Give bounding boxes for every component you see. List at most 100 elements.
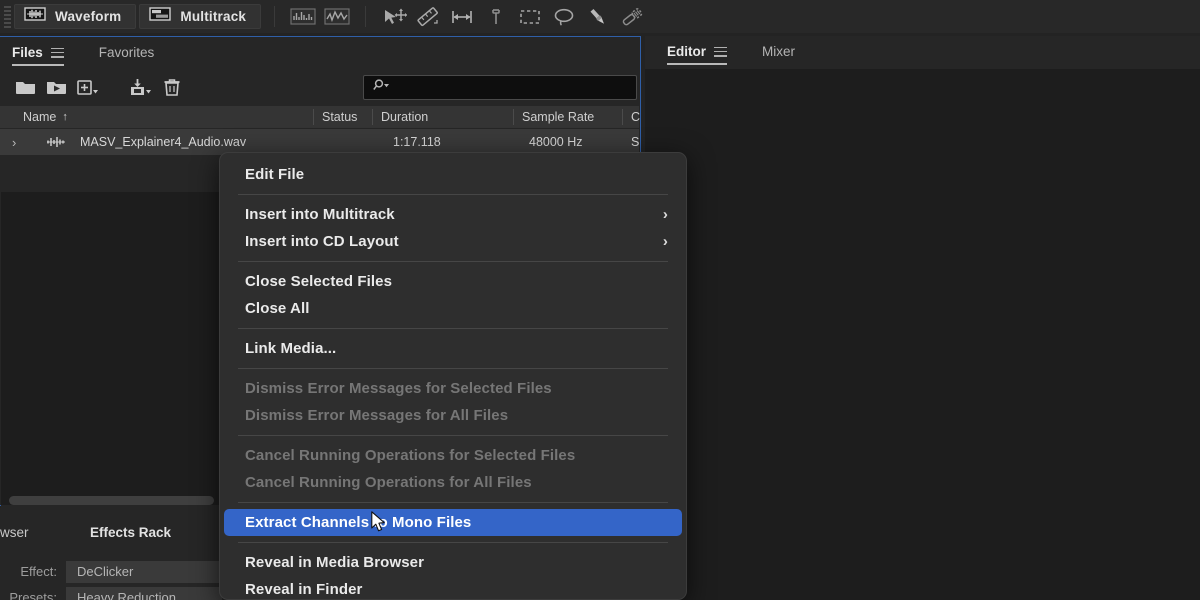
new-file-icon[interactable] xyxy=(72,74,103,102)
multitrack-mode-label: Multitrack xyxy=(180,9,246,24)
menu-item-reveal-in-finder[interactable]: Reveal in Finder xyxy=(224,576,682,600)
close-file-icon[interactable] xyxy=(156,74,187,102)
spectral-frequency-display-icon[interactable] xyxy=(288,4,318,30)
menu-item-dismiss-error-messages-all: Dismiss Error Messages for All Files xyxy=(224,402,682,429)
multitrack-mode-button[interactable]: Multitrack xyxy=(139,4,261,29)
toolbar-divider-1 xyxy=(274,6,275,27)
menu-item-close-all[interactable]: Close All xyxy=(224,295,682,322)
audio-waveform-icon xyxy=(46,136,70,148)
menu-separator xyxy=(238,542,668,543)
menu-separator xyxy=(238,261,668,262)
submenu-chevron-right-icon: › xyxy=(663,234,668,249)
toolbar-display-buttons xyxy=(288,4,352,30)
row-disclosure-icon[interactable]: › xyxy=(12,135,16,150)
menu-item-label: Dismiss Error Messages for Selected File… xyxy=(245,380,552,397)
slip-tool-icon[interactable] xyxy=(413,4,443,30)
menu-item-label: Cancel Running Operations for Selected F… xyxy=(245,447,575,464)
menu-item-link-media[interactable]: Link Media... xyxy=(224,335,682,362)
tab-mixer[interactable]: Mixer xyxy=(762,36,808,67)
effect-label: Effect: xyxy=(0,564,66,579)
menu-item-label: Link Media... xyxy=(245,340,336,357)
column-header-name-label: Name xyxy=(23,110,56,124)
editor-canvas[interactable] xyxy=(645,69,1200,600)
menu-item-label: Edit File xyxy=(245,166,304,183)
mouse-pointer xyxy=(371,511,387,534)
submenu-chevron-right-icon: › xyxy=(663,207,668,222)
menu-item-label: Reveal in Finder xyxy=(245,581,362,598)
menu-item-cancel-running-operations-all: Cancel Running Operations for All Files xyxy=(224,469,682,496)
tab-favorites[interactable]: Favorites xyxy=(99,37,168,68)
files-panel-tabs: Files Favorites xyxy=(0,37,640,68)
lasso-selection-tool-icon[interactable] xyxy=(549,4,579,30)
menu-item-extract-channels-to-mono-files[interactable]: Extract Channels to Mono Files xyxy=(224,509,682,536)
menu-separator xyxy=(238,502,668,503)
presets-label: Presets: xyxy=(0,590,66,600)
tab-mixer-label: Mixer xyxy=(762,44,795,59)
files-list-header: Name ↑ Status Duration Sample Rate C xyxy=(0,106,639,128)
column-header-channels[interactable]: C xyxy=(622,106,640,128)
audition-window: Waveform Multitrack xyxy=(0,0,1200,600)
menu-item-label: Reveal in Media Browser xyxy=(245,554,424,571)
waveform-mode-button[interactable]: Waveform xyxy=(14,4,136,29)
save-file-icon[interactable] xyxy=(125,74,156,102)
razor-tool-icon[interactable] xyxy=(481,4,511,30)
row-sample-rate: 48000 Hz xyxy=(529,135,583,149)
row-file-name: MASV_Explainer4_Audio.wav xyxy=(80,135,246,149)
import-folder-icon[interactable] xyxy=(41,74,72,102)
effect-value[interactable]: DeClicker xyxy=(66,561,222,583)
search-icon xyxy=(373,78,391,97)
toolbar-divider-2 xyxy=(365,6,366,27)
menu-separator xyxy=(238,194,668,195)
main-toolbar: Waveform Multitrack xyxy=(0,0,1200,33)
tab-files-label: Files xyxy=(12,45,43,60)
view-mode-buttons: Waveform Multitrack xyxy=(14,4,261,29)
context-menu: Edit File Insert into Multitrack › Inser… xyxy=(219,152,687,600)
column-header-status-label: Status xyxy=(322,110,357,124)
menu-item-edit-file[interactable]: Edit File xyxy=(224,161,682,188)
presets-row: Presets: Heavy Reduction xyxy=(0,585,222,600)
menu-separator xyxy=(238,328,668,329)
panel-menu-icon[interactable] xyxy=(51,48,64,58)
menu-item-label: Dismiss Error Messages for All Files xyxy=(245,407,508,424)
spot-healing-brush-tool-icon[interactable] xyxy=(617,4,647,30)
open-file-icon[interactable] xyxy=(10,74,41,102)
drag-grip-icon[interactable] xyxy=(0,0,14,33)
files-horizontal-scrollbar[interactable] xyxy=(9,496,214,505)
presets-value[interactable]: Heavy Reduction xyxy=(66,587,222,600)
menu-item-insert-into-cd-layout[interactable]: Insert into CD Layout › xyxy=(224,228,682,255)
menu-item-insert-into-multitrack[interactable]: Insert into Multitrack › xyxy=(224,201,682,228)
paintbrush-selection-tool-icon[interactable] xyxy=(583,4,613,30)
menu-item-label: Insert into CD Layout xyxy=(245,233,399,250)
tab-favorites-label: Favorites xyxy=(99,45,155,60)
tab-media-browser[interactable]: wser xyxy=(0,525,29,540)
column-header-sample-rate[interactable]: Sample Rate xyxy=(513,106,594,128)
menu-item-label: Cancel Running Operations for All Files xyxy=(245,474,532,491)
row-channels: S xyxy=(631,135,639,149)
spectral-pitch-display-icon[interactable] xyxy=(322,4,352,30)
tab-files[interactable]: Files xyxy=(12,37,77,68)
search-input[interactable] xyxy=(363,75,637,100)
tab-effects-rack[interactable]: Effects Rack xyxy=(90,525,171,540)
menu-item-close-selected-files[interactable]: Close Selected Files xyxy=(224,268,682,295)
editor-panel: Editor Mixer xyxy=(645,36,1200,600)
column-header-channels-label: C xyxy=(631,110,640,124)
menu-item-label: Insert into Multitrack xyxy=(245,206,395,223)
column-header-name[interactable]: Name ↑ xyxy=(14,106,68,128)
panel-menu-icon[interactable] xyxy=(714,47,727,57)
toolbar-tools xyxy=(379,4,647,30)
time-selection-tool-icon[interactable] xyxy=(447,4,477,30)
sort-ascending-icon: ↑ xyxy=(62,111,68,123)
menu-item-label: Close Selected Files xyxy=(245,273,392,290)
column-header-sample-rate-label: Sample Rate xyxy=(522,110,594,124)
effect-row: Effect: DeClicker xyxy=(0,559,222,584)
column-header-duration[interactable]: Duration xyxy=(372,106,428,128)
column-header-status[interactable]: Status xyxy=(313,106,357,128)
marquee-selection-tool-icon[interactable] xyxy=(515,4,545,30)
menu-item-label: Close All xyxy=(245,300,310,317)
menu-item-reveal-in-media-browser[interactable]: Reveal in Media Browser xyxy=(224,549,682,576)
waveform-mode-label: Waveform xyxy=(55,9,121,24)
move-tool-icon[interactable] xyxy=(379,4,409,30)
tab-editor[interactable]: Editor xyxy=(667,36,740,67)
menu-item-dismiss-error-messages-selected: Dismiss Error Messages for Selected File… xyxy=(224,375,682,402)
search-field[interactable] xyxy=(391,80,636,95)
